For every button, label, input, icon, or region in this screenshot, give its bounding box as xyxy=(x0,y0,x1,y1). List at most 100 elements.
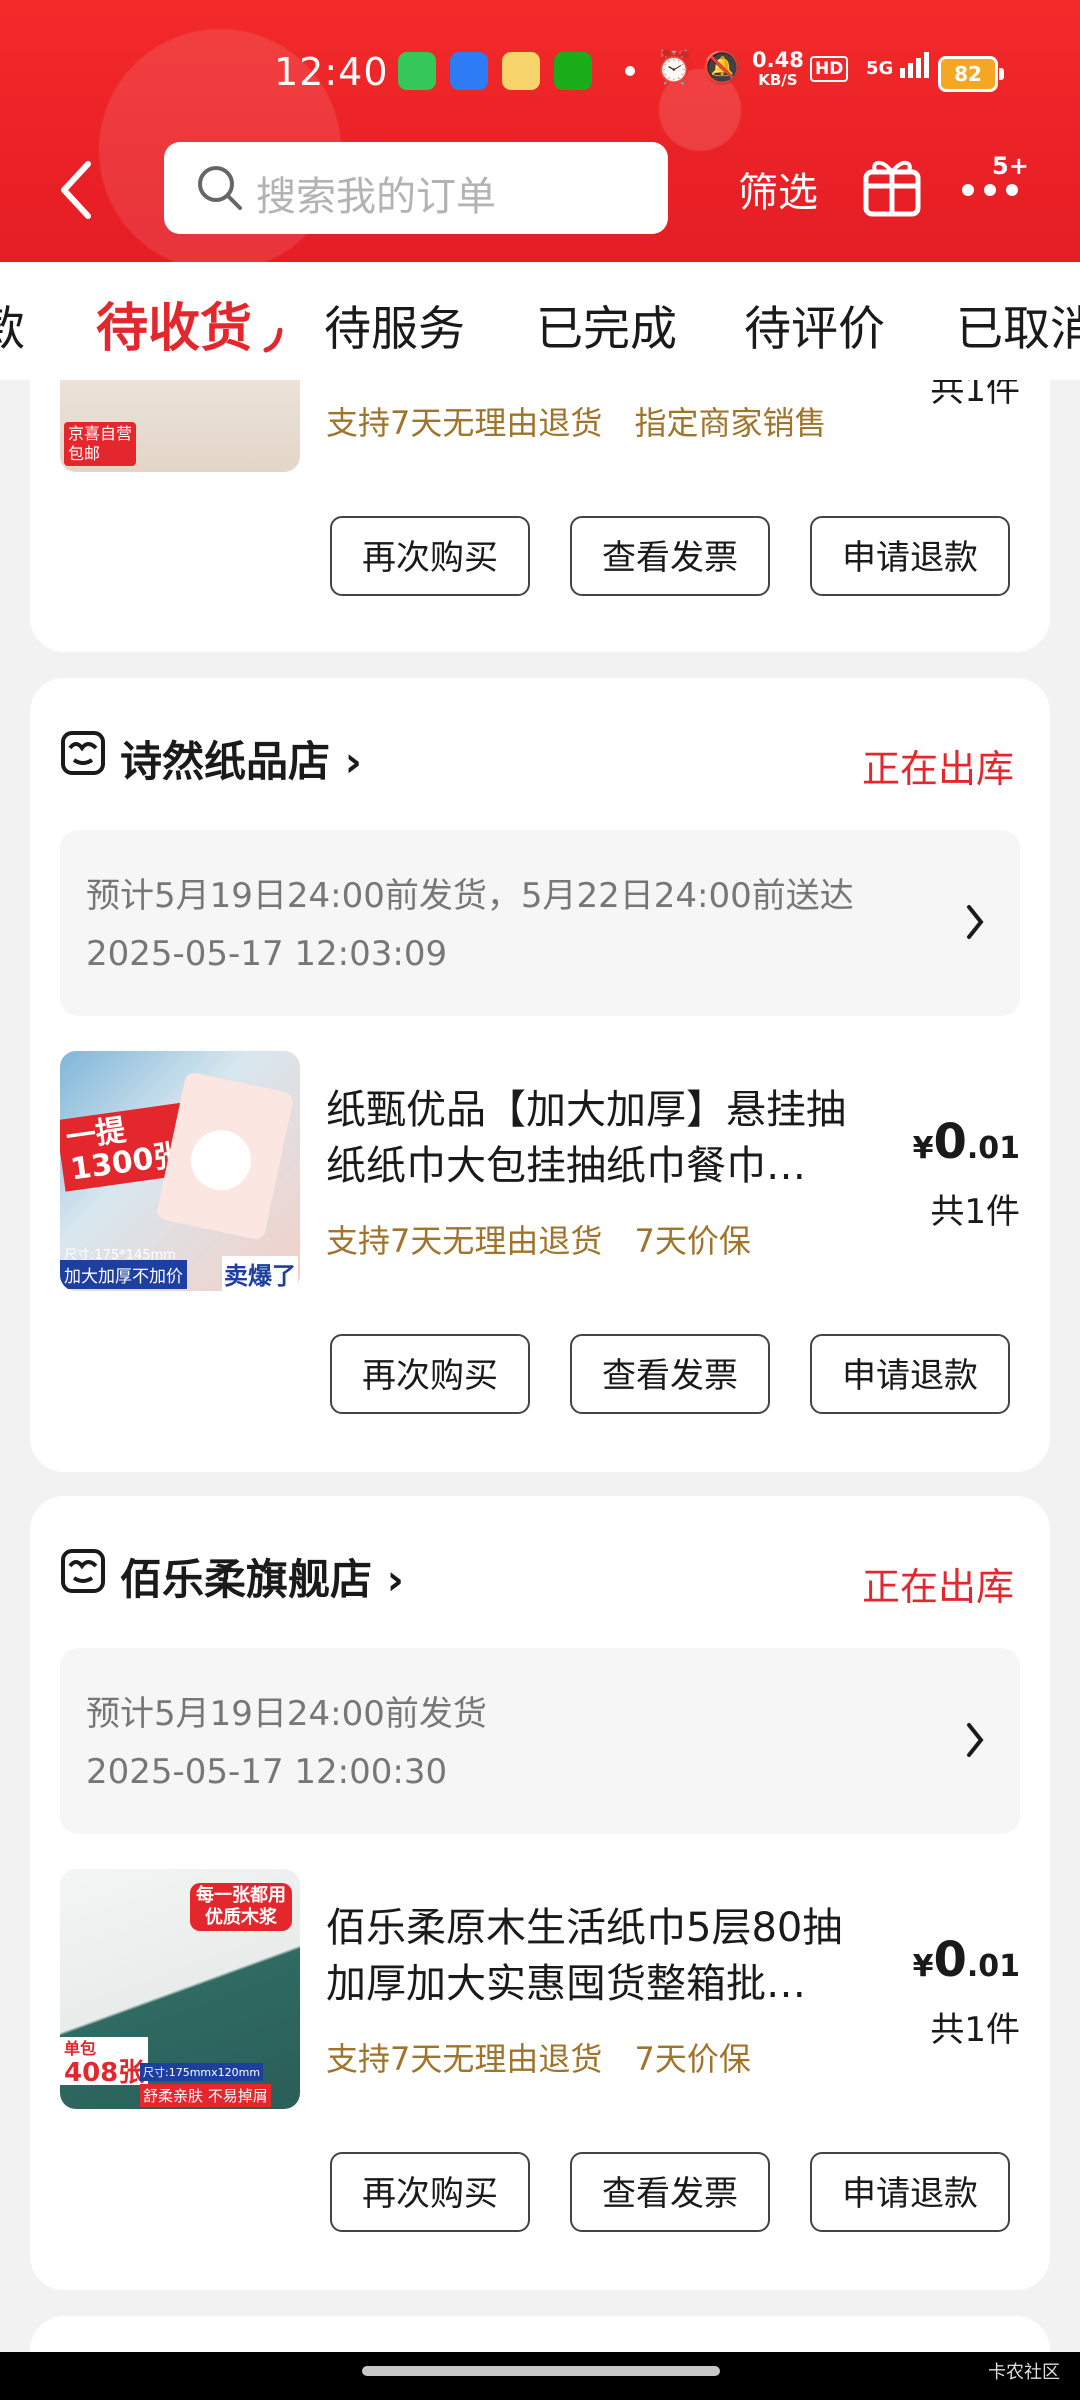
chat-app-icon xyxy=(554,52,592,90)
thumbnail-text: 408张 xyxy=(64,2058,145,2088)
shop-name: 诗然纸品店 › xyxy=(120,728,362,789)
gift-button[interactable] xyxy=(862,152,922,222)
shipping-estimate: 预计5月19日24:00前发货，5月22日24:00前送达 xyxy=(86,876,854,916)
shipping-estimate: 预计5月19日24:00前发货 xyxy=(86,1694,487,1734)
product-thumbnail[interactable]: 一提 1300张 尺寸:175*145mm 加大加厚不加价 卖爆了 xyxy=(60,1051,300,1291)
back-button[interactable] xyxy=(58,160,98,220)
search-icon xyxy=(198,166,242,210)
alarm-icon: ⏰ xyxy=(654,48,694,86)
thumbnail-text: 加大加厚不加价 xyxy=(60,1260,187,1289)
order-card: 佰乐柔旗舰店 › 正在出库 预计5月19日24:00前发货 2025-05-17… xyxy=(30,1496,1050,2290)
more-dot xyxy=(984,184,996,196)
thumbnail-badge: 单包 408张 xyxy=(60,2037,149,2088)
network-speed: 0.48 KB/S xyxy=(752,50,804,90)
item-quantity: 共1件 xyxy=(930,380,1020,410)
tab-cancelled[interactable]: 已取消 xyxy=(956,290,1080,359)
product-title[interactable]: 佰乐柔原木生活纸巾5层80抽加厚加大实惠囤货整箱批… xyxy=(326,1900,866,2014)
buy-again-button[interactable]: 再次购买 xyxy=(330,1334,530,1414)
messages-app-icon xyxy=(398,52,436,90)
view-invoice-button[interactable]: 查看发票 xyxy=(570,1334,770,1414)
search-placeholder: 搜索我的订单 xyxy=(256,174,496,220)
order-timestamp: 2025-05-17 12:00:30 xyxy=(86,1752,448,1792)
product-tags: 支持7天无理由退货 7天价保 xyxy=(326,2034,773,2080)
tag-return: 支持7天无理由退货 xyxy=(326,404,603,442)
tag-price-protect: 7天价保 xyxy=(634,2040,751,2078)
tab-pending-receipt[interactable]: 待收货 xyxy=(96,286,252,361)
order-status: 正在出库 xyxy=(861,1565,1014,1609)
filter-button[interactable]: 筛选 xyxy=(738,160,818,218)
buy-again-button[interactable]: 再次购买 xyxy=(330,2152,530,2232)
home-indicator[interactable] xyxy=(362,2366,720,2376)
signal-5g-icon: 5G xyxy=(866,52,930,79)
order-card: 京喜自营 包邮 支持7天无理由退货 指定商家销售 共1件 再次购买 查看发票 申… xyxy=(30,380,1050,652)
thumbnail-badge: 京喜自营 包邮 xyxy=(64,422,136,466)
app-header: 12:40 ⏰ 🔕 0.48 KB/S HD 5G 82 搜索我的订单 筛选 5… xyxy=(0,0,1080,262)
order-tabs: 款 待收货 待服务 已完成 待评价 已取消 xyxy=(0,262,1080,380)
thumbnail-text: 舒柔亲肤 不易掉屑 xyxy=(140,2084,271,2107)
price-decimal: .01 xyxy=(966,1131,1020,1166)
tag-price-protect: 7天价保 xyxy=(634,1222,751,1260)
shop-name: 佰乐柔旗舰店 › xyxy=(120,1546,404,1607)
product-tags: 支持7天无理由退货 指定商家销售 xyxy=(326,398,849,444)
mute-bell-icon: 🔕 xyxy=(702,48,742,86)
thumbnail-text: 优质木浆 xyxy=(205,1907,277,1928)
shop-icon xyxy=(61,731,105,775)
view-invoice-button[interactable]: 查看发票 xyxy=(570,2152,770,2232)
chevron-right-icon xyxy=(967,905,984,939)
search-input[interactable]: 搜索我的订单 xyxy=(164,142,668,234)
price-integer: 0 xyxy=(933,1114,967,1170)
shipping-info[interactable]: 预计5月19日24:00前发货 2025-05-17 12:00:30 xyxy=(60,1648,1020,1834)
status-bar: 12:40 ⏰ 🔕 0.48 KB/S HD 5G 82 xyxy=(0,42,1080,102)
order-card: 诗然纸品店 › 正在出库 预计5月19日24:00前发货，5月22日24:00前… xyxy=(30,678,1050,1472)
item-quantity: 共1件 xyxy=(930,2010,1020,2050)
price-integer: 0 xyxy=(933,1932,967,1988)
notification-dot-icon xyxy=(625,66,635,76)
thumbnail-caption: 每一张都用 优质木浆 xyxy=(190,1883,292,1931)
more-button[interactable]: 5+ xyxy=(956,152,1046,232)
price-symbol: ¥ xyxy=(912,1131,934,1166)
price-symbol: ¥ xyxy=(912,1949,934,1984)
tab-partial[interactable]: 款 xyxy=(0,290,25,359)
product-tags: 支持7天无理由退货 7天价保 xyxy=(326,1216,773,1262)
tag-seller: 指定商家销售 xyxy=(634,404,827,442)
shop-icon xyxy=(61,1549,105,1593)
chevron-right-icon: › xyxy=(344,737,362,786)
thumbnail-illustration xyxy=(155,1071,295,1241)
request-refund-button[interactable]: 申请退款 xyxy=(810,1334,1010,1414)
tab-completed[interactable]: 已完成 xyxy=(536,290,677,359)
watermark: 卡农社区 xyxy=(988,2362,1060,2383)
tab-pending-review[interactable]: 待评价 xyxy=(744,290,885,359)
chevron-right-icon: › xyxy=(386,1555,404,1604)
shipping-info[interactable]: 预计5月19日24:00前发货，5月22日24:00前送达 2025-05-17… xyxy=(60,830,1020,1016)
hd-badge: HD xyxy=(810,56,849,82)
gift-icon xyxy=(863,160,921,217)
product-price: ¥0.01 xyxy=(913,1114,1020,1170)
shop-name-text: 诗然纸品店 xyxy=(120,737,331,786)
buy-again-button[interactable]: 再次购买 xyxy=(330,516,530,596)
thumbnail-text: 尺寸:175mmx120mm xyxy=(140,2063,264,2081)
request-refund-button[interactable]: 申请退款 xyxy=(810,2152,1010,2232)
product-title[interactable]: 纸甄优品【加大加厚】悬挂抽纸纸巾大包挂抽纸巾餐巾… xyxy=(326,1082,866,1196)
navigation-bar xyxy=(0,2352,1080,2400)
network-speed-unit: KB/S xyxy=(758,71,798,89)
order-status: 正在出库 xyxy=(861,747,1014,791)
game-app-icon xyxy=(502,52,540,90)
bear-illustration xyxy=(185,1124,257,1196)
product-thumbnail[interactable]: 每一张都用 优质木浆 单包 408张 尺寸:175mmx120mm 舒柔亲肤 不… xyxy=(60,1869,300,2109)
view-invoice-button[interactable]: 查看发票 xyxy=(570,516,770,596)
request-refund-button[interactable]: 申请退款 xyxy=(810,516,1010,596)
chevron-right-icon xyxy=(967,1723,984,1757)
tab-active-indicator xyxy=(263,328,283,353)
more-dot xyxy=(1006,184,1018,196)
product-thumbnail[interactable]: 京喜自营 包邮 xyxy=(60,380,300,472)
browser-app-icon xyxy=(450,52,488,90)
tag-return: 支持7天无理由退货 xyxy=(326,1222,603,1260)
product-price: ¥0.01 xyxy=(913,1932,1020,1988)
chevron-left-icon xyxy=(61,161,91,219)
more-dots-icon xyxy=(962,184,974,196)
thumbnail-text: 每一张都用 xyxy=(196,1885,286,1906)
price-decimal: .01 xyxy=(966,1949,1020,1984)
thumbnail-text: 卖爆了 xyxy=(222,1256,298,1291)
status-time: 12:40 xyxy=(274,50,389,94)
tab-pending-service[interactable]: 待服务 xyxy=(324,290,465,359)
